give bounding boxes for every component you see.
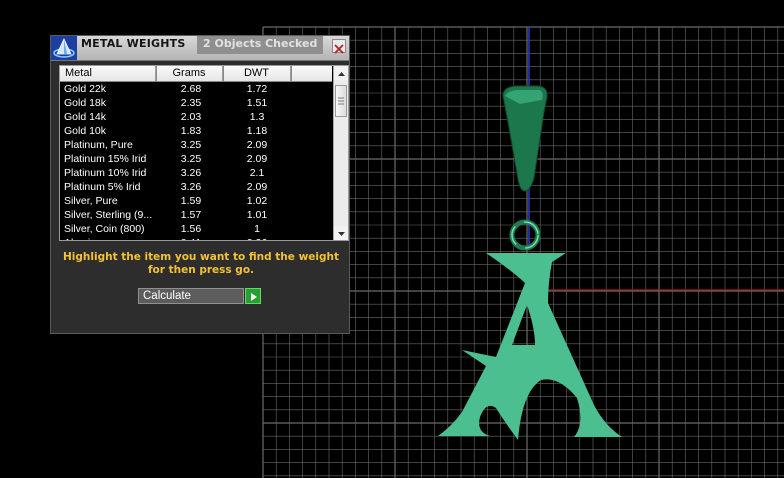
cell-grams: 2.68 xyxy=(180,83,202,95)
table-row[interactable]: Platinum 10% Irid 3.26 2.1 xyxy=(60,166,332,180)
close-icon xyxy=(334,44,344,54)
cell-metal: Aluminum xyxy=(64,236,156,240)
cell-dwt: 1.72 xyxy=(246,83,268,95)
objects-checked-status: 2 Objects Checked xyxy=(197,36,323,54)
calculate-select[interactable]: Calculate xyxy=(138,288,244,304)
cell-metal: Silver, Pure xyxy=(64,195,118,207)
table-row[interactable]: Platinum 5% Irid 3.26 2.09 xyxy=(60,180,332,194)
arrow-up-icon xyxy=(338,72,345,76)
cell-dwt: 1.01 xyxy=(246,209,268,221)
cell-grams: 1.83 xyxy=(180,125,202,137)
cell-metal: Gold 18k xyxy=(64,97,107,109)
table-row[interactable]: Gold 14k 2.03 1.3 xyxy=(60,110,332,124)
cell-metal: Silver, Coin (800) xyxy=(64,223,145,235)
cell-grams: 3.25 xyxy=(180,153,202,165)
cell-metal: Platinum 15% Irid xyxy=(64,153,147,165)
panel-title: METAL WEIGHTS xyxy=(81,37,186,50)
calculate-select-value: Calculate xyxy=(143,290,191,302)
metal-weights-panel: METAL WEIGHTS 2 Objects Checked Metal Gr… xyxy=(50,35,350,334)
cell-grams: 1.56 xyxy=(180,223,202,235)
cell-dwt: 1.02 xyxy=(246,195,268,207)
metal-list[interactable]: Metal Grams DWT Gold 22k 2.68 1.72 Gold 18k… xyxy=(59,65,349,241)
list-scrollbar[interactable] xyxy=(333,66,348,240)
app-logo-icon xyxy=(51,36,77,60)
cell-metal: Gold 14k xyxy=(64,111,107,123)
table-row[interactable]: Gold 18k 2.35 1.51 xyxy=(60,96,332,110)
cell-metal: Gold 22k xyxy=(64,83,107,95)
table-row[interactable]: Silver, Coin (800) 1.56 1 xyxy=(60,222,332,236)
cell-metal: Silver, Sterling (9... xyxy=(64,209,153,221)
cell-grams: 3.26 xyxy=(180,181,202,193)
cell-metal: Gold 10k xyxy=(64,125,107,137)
instruction-text: Highlight the item you want to find the … xyxy=(63,251,339,276)
table-row[interactable]: Platinum, Pure 3.25 2.09 xyxy=(60,138,332,152)
play-arrow-icon xyxy=(251,293,257,301)
table-row[interactable]: Aluminum 0.41 0.26 xyxy=(60,236,332,240)
table-row[interactable]: Silver, Pure 1.59 1.02 xyxy=(60,194,332,208)
close-button[interactable] xyxy=(332,39,346,54)
cell-grams: 2.03 xyxy=(180,111,202,123)
go-button[interactable] xyxy=(245,288,261,304)
cell-dwt: 2.1 xyxy=(249,167,265,179)
cell-dwt: 1.3 xyxy=(249,111,265,123)
letter-a-pendant[interactable] xyxy=(438,253,622,440)
cell-dwt: 0.26 xyxy=(226,236,288,240)
table-row[interactable]: Platinum 15% Irid 3.25 2.09 xyxy=(60,152,332,166)
cell-dwt: 2.09 xyxy=(246,139,268,151)
scroll-up-button[interactable] xyxy=(334,66,348,80)
cell-grams: 0.41 xyxy=(160,236,222,240)
column-header-metal[interactable]: Metal xyxy=(60,66,156,81)
table-row[interactable]: Gold 10k 1.83 1.18 xyxy=(60,124,332,138)
cell-dwt: 1.18 xyxy=(246,125,268,137)
table-row[interactable]: Silver, Sterling (9... 1.57 1.01 xyxy=(60,208,332,222)
cell-grams: 1.57 xyxy=(180,209,202,221)
column-header-dwt[interactable]: DWT xyxy=(223,66,291,81)
arrow-down-icon xyxy=(338,232,345,236)
cell-metal: Platinum, Pure xyxy=(64,139,133,151)
cell-grams: 1.59 xyxy=(180,195,202,207)
list-rows: Gold 22k 2.68 1.72 Gold 18k 2.35 1.51 Gold 14k… xyxy=(60,82,332,240)
panel-titlebar[interactable]: METAL WEIGHTS 2 Objects Checked xyxy=(51,36,349,61)
cell-metal: Platinum 10% Irid xyxy=(64,167,147,179)
cell-metal: Platinum 5% Irid xyxy=(64,181,141,193)
cell-grams: 2.35 xyxy=(180,97,202,109)
cell-dwt: 2.09 xyxy=(246,181,268,193)
table-row[interactable]: Gold 22k 2.68 1.72 xyxy=(60,82,332,96)
column-header-grams[interactable]: Grams xyxy=(156,66,223,81)
grip-icon xyxy=(338,97,344,105)
cell-grams: 3.25 xyxy=(180,139,202,151)
cell-grams: 3.26 xyxy=(180,167,202,179)
scroll-down-button[interactable] xyxy=(334,226,348,240)
cell-dwt: 1 xyxy=(254,223,260,235)
scrollbar-thumb[interactable] xyxy=(335,85,347,117)
cell-dwt: 1.51 xyxy=(246,97,268,109)
cell-dwt: 2.09 xyxy=(246,153,268,165)
